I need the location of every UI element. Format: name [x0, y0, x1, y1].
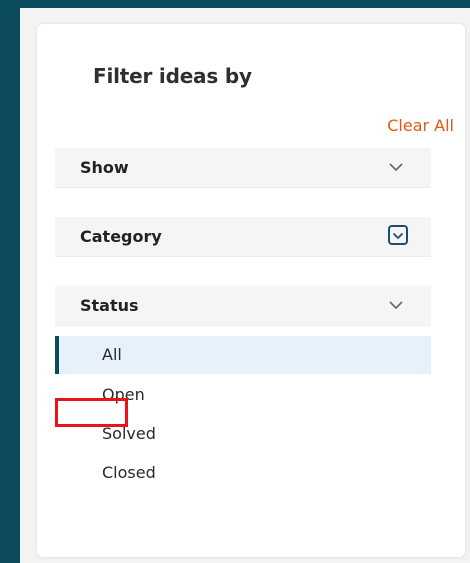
status-option-closed[interactable]: Closed	[55, 454, 431, 492]
chevron-down-icon	[389, 163, 403, 172]
section-label-show: Show	[80, 158, 129, 177]
clear-all-link[interactable]: Clear All	[387, 116, 454, 135]
section-label-status: Status	[80, 296, 139, 315]
status-option-all[interactable]: All	[55, 336, 431, 374]
chevron-down-icon[interactable]	[388, 225, 408, 245]
section-header-category[interactable]: Category	[55, 217, 431, 257]
section-header-show[interactable]: Show	[55, 148, 431, 188]
section-header-status[interactable]: Status	[55, 286, 431, 326]
chevron-down-icon	[389, 301, 403, 310]
section-label-category: Category	[80, 227, 162, 246]
highlight-box-solved	[55, 398, 128, 427]
status-option-label: Closed	[102, 463, 156, 482]
filter-panel: Filter ideas by Clear All Show Category …	[37, 24, 465, 557]
filter-panel-title: Filter ideas by	[93, 64, 252, 88]
status-option-label: All	[102, 345, 122, 364]
